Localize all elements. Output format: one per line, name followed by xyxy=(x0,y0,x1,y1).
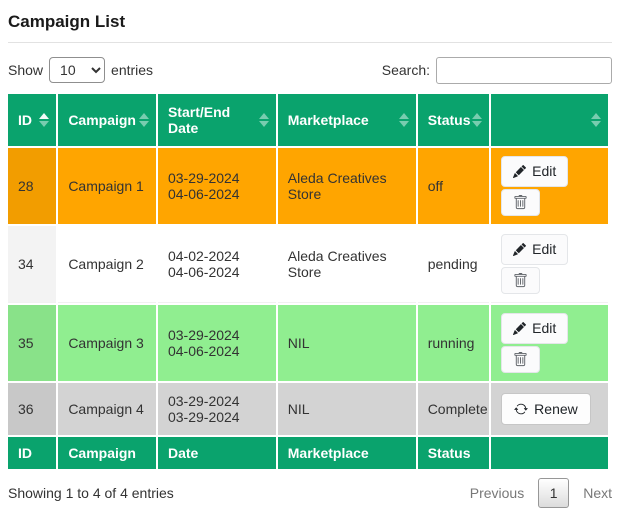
entries-info: Showing 1 to 4 of 4 entries xyxy=(8,485,174,501)
trash-icon xyxy=(513,352,528,367)
sort-asc-icon xyxy=(39,113,49,127)
column-header-id[interactable]: ID xyxy=(8,94,56,146)
footer-header-id: ID xyxy=(8,437,56,469)
cell-campaign: Campaign 2 xyxy=(58,226,156,303)
cell-status: pending xyxy=(418,226,489,303)
cell-id: 35 xyxy=(8,305,56,381)
sort-both-icon xyxy=(139,113,149,127)
delete-button[interactable] xyxy=(501,267,540,294)
cell-actions: Edit xyxy=(491,226,608,303)
column-header-status[interactable]: Status xyxy=(418,94,489,146)
renew-button[interactable]: Renew xyxy=(501,393,591,425)
trash-icon xyxy=(513,195,528,210)
footer-header-campaign: Campaign xyxy=(58,437,156,469)
table-row: 34 Campaign 2 04-02-2024 04-06-2024 Aled… xyxy=(8,226,608,303)
cell-dates: 03-29-2024 04-06-2024 xyxy=(158,305,276,381)
cell-campaign: Campaign 4 xyxy=(58,383,156,435)
table-header-row: ID Campaign Start/End Date Marketplace S… xyxy=(8,94,608,146)
entries-length-control: Show 10 entries xyxy=(8,57,153,83)
pencil-icon xyxy=(513,322,526,335)
table-footer-bar: Showing 1 to 4 of 4 entries Previous 1 N… xyxy=(8,478,612,508)
delete-button[interactable] xyxy=(501,189,540,216)
cell-status: Complete xyxy=(418,383,489,435)
table-row: 35 Campaign 3 03-29-2024 04-06-2024 NIL … xyxy=(8,305,608,381)
previous-page-button[interactable]: Previous xyxy=(470,485,524,501)
refresh-icon xyxy=(514,402,528,416)
sort-both-icon xyxy=(472,113,482,127)
search-input[interactable] xyxy=(436,57,612,84)
cell-dates: 03-29-2024 04-06-2024 xyxy=(158,148,276,224)
table-row: 28 Campaign 1 03-29-2024 04-06-2024 Aled… xyxy=(8,148,608,224)
search-label: Search: xyxy=(382,62,430,78)
sort-both-icon xyxy=(259,113,269,127)
pagination: Previous 1 Next xyxy=(470,478,612,508)
footer-header-actions xyxy=(491,437,608,469)
cell-status: running xyxy=(418,305,489,381)
cell-actions: Renew xyxy=(491,383,608,435)
column-header-actions[interactable] xyxy=(491,94,608,146)
edit-button[interactable]: Edit xyxy=(501,156,568,186)
table-controls: Show 10 entries Search: xyxy=(8,56,612,84)
cell-id: 34 xyxy=(8,226,56,303)
footer-header-date: Date xyxy=(158,437,276,469)
edit-button[interactable]: Edit xyxy=(501,313,568,343)
footer-header-status: Status xyxy=(418,437,489,469)
campaign-table: ID Campaign Start/End Date Marketplace S… xyxy=(6,92,610,471)
cell-actions: Edit xyxy=(491,305,608,381)
cell-actions: Edit xyxy=(491,148,608,224)
next-page-button[interactable]: Next xyxy=(583,485,612,501)
pencil-icon xyxy=(513,243,526,256)
delete-button[interactable] xyxy=(501,346,540,373)
column-header-campaign[interactable]: Campaign xyxy=(58,94,156,146)
table-footer-header-row: ID Campaign Date Marketplace Status xyxy=(8,437,608,469)
cell-id: 28 xyxy=(8,148,56,224)
table-row: 36 Campaign 4 03-29-2024 03-29-2024 NIL … xyxy=(8,383,608,435)
cell-id: 36 xyxy=(8,383,56,435)
footer-header-marketplace: Marketplace xyxy=(278,437,416,469)
page-title: Campaign List xyxy=(8,12,612,32)
cell-dates: 04-02-2024 04-06-2024 xyxy=(158,226,276,303)
column-header-start-end-date[interactable]: Start/End Date xyxy=(158,94,276,146)
cell-campaign: Campaign 3 xyxy=(58,305,156,381)
entries-label: entries xyxy=(111,62,153,78)
pencil-icon xyxy=(513,165,526,178)
cell-marketplace: NIL xyxy=(278,383,416,435)
sort-both-icon xyxy=(399,113,409,127)
title-divider xyxy=(8,42,612,43)
cell-dates: 03-29-2024 03-29-2024 xyxy=(158,383,276,435)
cell-status: off xyxy=(418,148,489,224)
show-label: Show xyxy=(8,62,43,78)
column-header-marketplace[interactable]: Marketplace xyxy=(278,94,416,146)
sort-both-icon xyxy=(591,113,601,127)
cell-marketplace: Aleda Creatives Store xyxy=(278,148,416,224)
entries-count-select[interactable]: 10 xyxy=(49,57,105,83)
cell-marketplace: Aleda Creatives Store xyxy=(278,226,416,303)
cell-campaign: Campaign 1 xyxy=(58,148,156,224)
search-control: Search: xyxy=(382,57,612,84)
current-page-button[interactable]: 1 xyxy=(538,478,569,508)
trash-icon xyxy=(513,273,528,288)
cell-marketplace: NIL xyxy=(278,305,416,381)
edit-button[interactable]: Edit xyxy=(501,234,568,264)
